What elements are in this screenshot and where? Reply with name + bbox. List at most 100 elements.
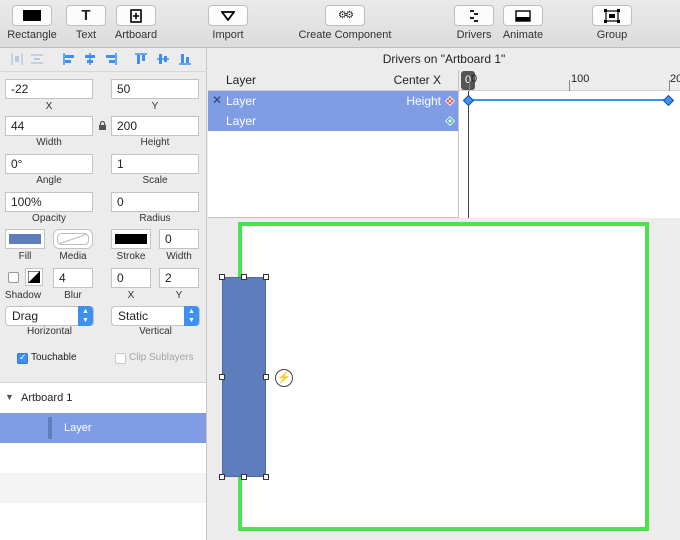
column-header-layer: Layer: [226, 73, 257, 87]
timeline-body[interactable]: [458, 91, 680, 218]
radius-field[interactable]: 0: [111, 192, 199, 212]
media-picker[interactable]: [53, 229, 93, 249]
align-bottom-icon[interactable]: [178, 52, 192, 66]
align-right-icon[interactable]: [104, 52, 118, 66]
touchable-label: Touchable: [31, 352, 77, 363]
import-label: Import: [212, 29, 244, 41]
import-button[interactable]: Import: [207, 0, 249, 48]
x-field[interactable]: -22: [5, 79, 93, 99]
keyframe-end[interactable]: [663, 95, 674, 106]
radius-label: Radius: [139, 213, 171, 224]
align-top-icon[interactable]: [134, 52, 148, 66]
disclosure-triangle-icon[interactable]: ▼: [5, 392, 14, 402]
text-tool-button[interactable]: T Text: [66, 0, 106, 48]
ruler-label-200: 20: [670, 73, 680, 85]
resize-handle[interactable]: [219, 274, 225, 280]
create-component-button[interactable]: ⚙⚙ Create Component: [293, 0, 397, 48]
timeline-ruler[interactable]: 0 0 100 20: [458, 70, 680, 91]
list-item: [0, 503, 206, 533]
canvas[interactable]: ⚡: [208, 219, 680, 540]
clip-sublayers-label: Clip Sublayers: [129, 352, 194, 363]
keyframe-add-icon[interactable]: [445, 116, 455, 126]
keyframe-remove-icon[interactable]: [445, 96, 455, 106]
lock-icon[interactable]: [98, 121, 107, 131]
remove-driver-icon[interactable]: ✕: [212, 93, 222, 107]
height-field[interactable]: 200: [111, 116, 199, 136]
drivers-icon: [454, 5, 494, 26]
artboard-tool-button[interactable]: Artboard: [113, 0, 159, 48]
ruler-tick: [469, 80, 470, 91]
stroke-width-label: Width: [166, 251, 192, 262]
resize-handle[interactable]: [263, 374, 269, 380]
drivers-button[interactable]: Drivers: [454, 0, 494, 48]
resize-handle[interactable]: [263, 474, 269, 480]
shadow-x-label: X: [127, 290, 135, 301]
import-icon: [208, 5, 248, 26]
column-header-property: Center X: [393, 73, 441, 87]
driver-row-layer: Layer: [226, 94, 257, 108]
driver-row-layer: Layer: [226, 114, 257, 128]
shadow-y-field[interactable]: 2: [159, 268, 199, 288]
fill-swatch[interactable]: [5, 229, 45, 249]
distribute-horizontal-icon[interactable]: [10, 52, 24, 66]
shadow-color-swatch[interactable]: [25, 268, 43, 286]
lightning-bolt-icon[interactable]: ⚡: [275, 369, 293, 387]
resize-handle[interactable]: [241, 274, 247, 280]
width-label: Width: [36, 137, 62, 148]
animate-icon: [503, 5, 543, 26]
angle-field[interactable]: 0°: [5, 154, 93, 174]
list-item: [0, 443, 206, 473]
rectangle-icon: [12, 5, 52, 26]
selected-layer[interactable]: [222, 277, 266, 477]
resize-handle[interactable]: [263, 274, 269, 280]
driver-row-property: Height: [406, 94, 441, 108]
fill-label: Fill: [18, 251, 32, 262]
artboard-layer-name: Artboard 1: [21, 392, 73, 404]
horizontal-select[interactable]: Drag ▲ ▼: [5, 306, 94, 326]
text-icon: T: [66, 5, 106, 26]
blur-label: Blur: [64, 290, 82, 301]
resize-handle[interactable]: [241, 474, 247, 480]
align-middle-vertical-icon[interactable]: [156, 52, 170, 66]
group-label: Group: [596, 29, 628, 41]
align-center-horizontal-icon[interactable]: [83, 52, 97, 66]
clip-sublayers-checkbox[interactable]: [115, 353, 126, 364]
ruler-label-100: 100: [571, 73, 590, 85]
layer-row-layer[interactable]: Layer: [0, 413, 206, 443]
rectangle-tool-label: Rectangle: [7, 29, 57, 41]
stroke-width-field[interactable]: 0: [159, 229, 199, 249]
playhead-line: [468, 91, 469, 218]
stroke-swatch[interactable]: [111, 229, 151, 249]
layers-panel: ▼ Artboard 1 Layer: [0, 382, 206, 540]
drivers-header: Layer Center X: [208, 70, 458, 91]
opacity-field[interactable]: 100%: [5, 192, 93, 212]
chevron-updown-icon: ▲ ▼: [184, 306, 199, 326]
group-button[interactable]: Group: [592, 0, 632, 48]
resize-handle[interactable]: [219, 474, 225, 480]
blur-field[interactable]: 4: [53, 268, 93, 288]
resize-handle[interactable]: [219, 374, 225, 380]
rectangle-tool-button[interactable]: Rectangle: [5, 0, 59, 48]
layer-thumbnail: [48, 417, 52, 439]
align-left-icon[interactable]: [62, 52, 76, 66]
x-label: X: [45, 101, 53, 112]
driver-row[interactable]: Layer: [208, 111, 458, 131]
artboard[interactable]: [238, 222, 649, 531]
shadow-checkbox[interactable]: [8, 272, 19, 283]
vertical-select[interactable]: Static ▲ ▼: [111, 306, 200, 326]
keyframe-start[interactable]: [463, 95, 474, 106]
y-field[interactable]: 50: [111, 79, 199, 99]
vertical-label: Vertical: [139, 326, 172, 337]
scale-field[interactable]: 1: [111, 154, 199, 174]
layer-name: Layer: [64, 422, 92, 434]
layer-row-artboard[interactable]: ▼ Artboard 1: [0, 383, 206, 413]
stroke-label: Stroke: [116, 251, 146, 262]
animate-button[interactable]: Animate: [501, 0, 545, 48]
artboard-tool-label: Artboard: [114, 29, 158, 41]
driver-row[interactable]: ✕ Layer Height: [208, 91, 458, 111]
distribute-vertical-icon[interactable]: [30, 52, 44, 66]
touchable-checkbox[interactable]: [17, 352, 28, 364]
shadow-x-field[interactable]: 0: [111, 268, 151, 288]
width-field[interactable]: 44: [5, 116, 93, 136]
keyframe-track: [469, 99, 669, 101]
